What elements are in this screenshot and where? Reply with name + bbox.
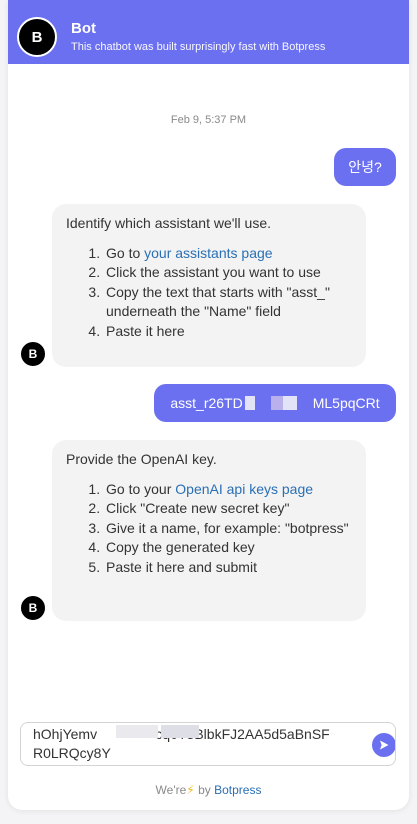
bolt-icon: ⚡ [186, 783, 195, 797]
bot-message-intro: Provide the OpenAI key. [66, 451, 217, 467]
send-icon [380, 740, 389, 750]
user-message-greeting: 안녕? [334, 148, 396, 186]
message-composer [20, 722, 396, 766]
powered-by-footer: We're⚡ by Botpress [8, 783, 409, 797]
bot-avatar: B [20, 341, 46, 367]
instruction-list: Go to your OpenAI api keys page Click "C… [66, 480, 352, 578]
footer-prefix: We're [155, 783, 187, 797]
chat-widget: B Bot This chatbot was built surprisingl… [8, 0, 409, 810]
bot-message-api-key-instructions: Provide the OpenAI key. Go to your OpenA… [52, 440, 366, 621]
bot-avatar-header: B [17, 17, 57, 57]
instruction-list: Go to your assistants page Click the ass… [66, 244, 352, 342]
instruction-step: Click "Create new secret key" [104, 499, 352, 519]
redacted-segment [116, 725, 158, 738]
redacted-segment [244, 396, 255, 410]
footer-by: by [198, 783, 211, 797]
instruction-step: Click the assistant you want to use [104, 263, 352, 283]
instruction-step: Go to your assistants page [104, 244, 352, 264]
redacted-segment [161, 725, 199, 738]
redacted-segment [282, 396, 297, 410]
instruction-step: Give it a name, for example: "botpress" [104, 519, 352, 539]
instruction-step: Copy the generated key [104, 538, 352, 558]
assistants-page-link[interactable]: your assistants page [144, 245, 272, 261]
user-message-text: 안녕? [348, 159, 382, 175]
instruction-step: Go to your OpenAI api keys page [104, 480, 352, 500]
user-message-text: ML5pqCRt [312, 395, 380, 411]
bot-avatar: B [20, 595, 46, 621]
user-message-text: asst_r26TD [170, 395, 243, 411]
message-timestamp: Feb 9, 5:37 PM [170, 114, 247, 126]
bot-message-assistant-instructions: Identify which assistant we'll use. Go t… [52, 204, 366, 367]
instruction-step: Paste it here [104, 322, 352, 342]
openai-api-keys-link[interactable]: OpenAI api keys page [175, 481, 313, 497]
bot-name: Bot [71, 20, 96, 37]
message-input[interactable] [33, 723, 367, 765]
chat-header: B Bot This chatbot was built surprisingl… [8, 0, 409, 64]
bot-message-intro: Identify which assistant we'll use. [66, 215, 271, 231]
instruction-step: Paste it here and submit [104, 558, 352, 578]
redacted-segment [270, 396, 283, 410]
botpress-link[interactable]: Botpress [214, 783, 261, 797]
user-message-assistant-id: asst_r26TD ML5pqCRt [154, 384, 396, 422]
send-button[interactable] [372, 733, 395, 757]
bot-description: This chatbot was built surprisingly fast… [71, 41, 326, 53]
instruction-step: Copy the text that starts with "asst_" u… [104, 283, 352, 322]
